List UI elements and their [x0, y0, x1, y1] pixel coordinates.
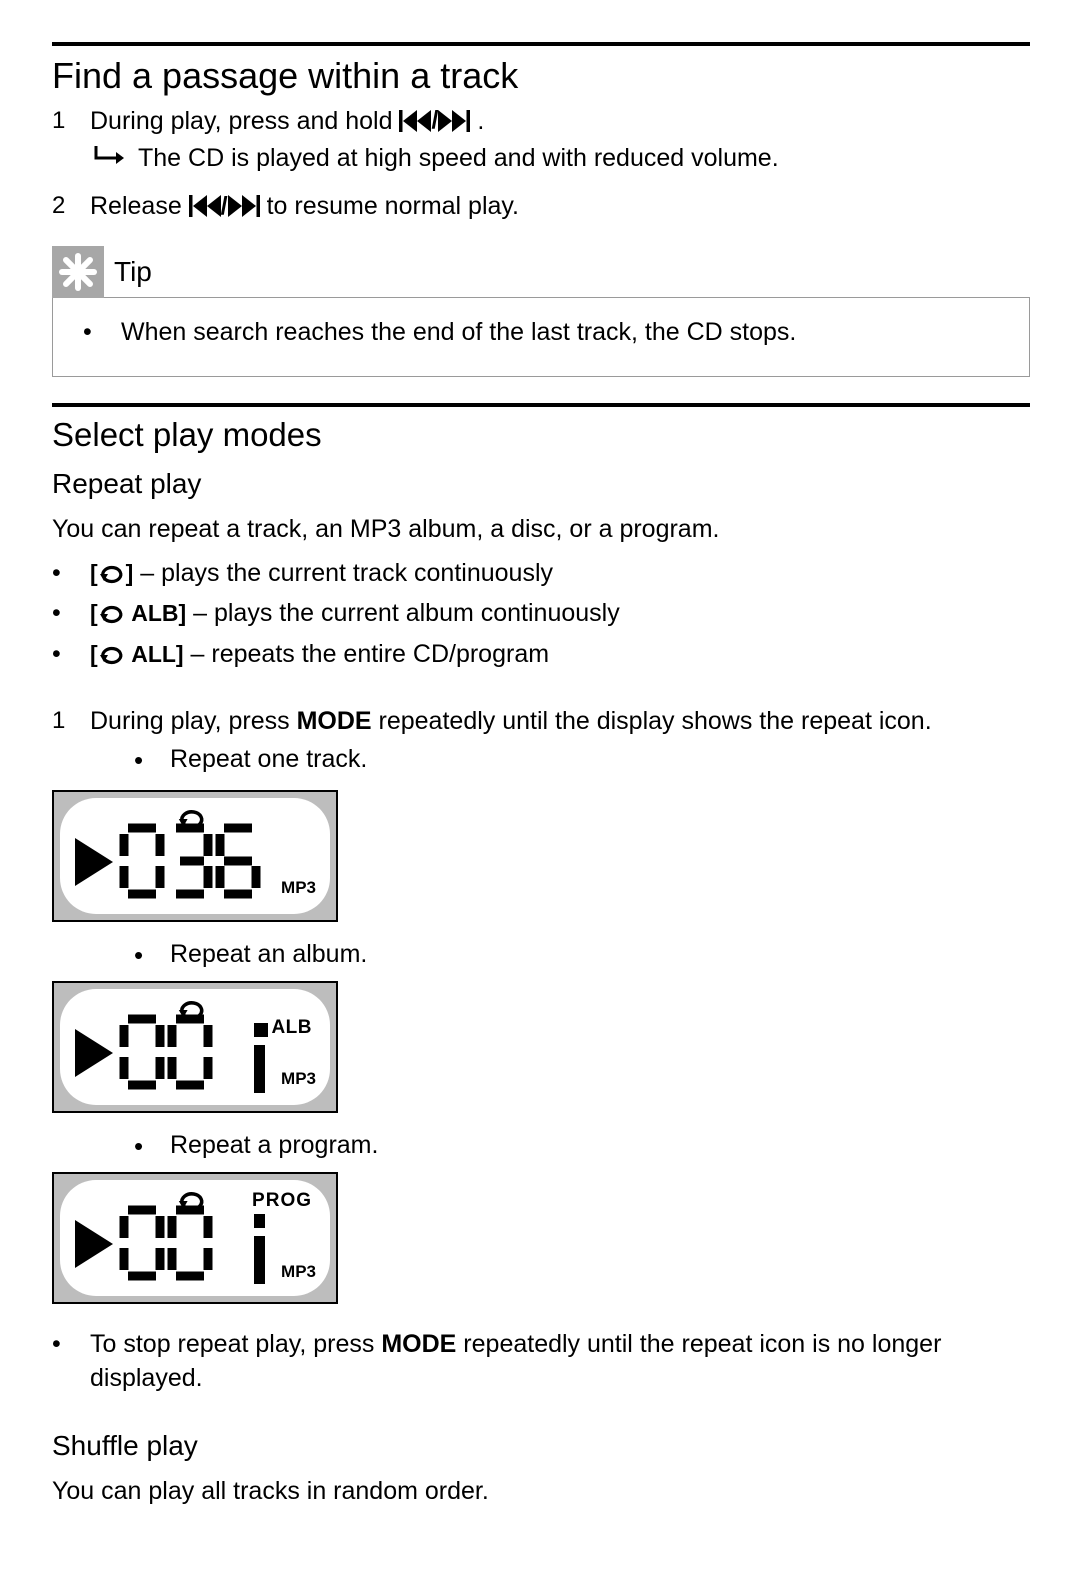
- repeat-icon: [98, 641, 126, 675]
- subsection-title-shuffle: Shuffle play: [52, 1427, 1030, 1465]
- step-number: 1: [52, 705, 90, 737]
- step-result: The CD is played at high speed and with …: [138, 142, 779, 176]
- repeat-intro: You can repeat a track, an MP3 album, a …: [52, 513, 1030, 547]
- lcd-digits: [118, 1013, 214, 1091]
- step-text-before: Release: [90, 192, 189, 220]
- lcd-alb-label: ALB: [271, 1015, 312, 1041]
- repeat-icon: [98, 560, 126, 594]
- play-icon: [74, 838, 114, 896]
- skip-backward-forward-icons: /: [399, 108, 470, 133]
- lcd-album-number: [250, 1214, 268, 1296]
- step-number: 1: [52, 105, 90, 137]
- step-number: 2: [52, 190, 90, 222]
- tip-label: Tip: [114, 253, 152, 291]
- stop-repeat-instruction: • To stop repeat play, press MODE repeat…: [52, 1328, 1030, 1396]
- section-title-play-modes: Select play modes: [52, 413, 1030, 458]
- play-icon: [74, 1029, 114, 1087]
- lcd-digits: [118, 1204, 214, 1282]
- sub-item-repeat-program: Repeat a program.: [170, 1129, 378, 1163]
- lcd-mp3-label: MP3: [281, 877, 316, 900]
- step-text-before: During play, press and hold: [90, 107, 399, 135]
- mode-repeat-one: • [] – plays the current track continuou…: [52, 557, 1030, 594]
- tip-box: Tip • When search reaches the end of the…: [52, 246, 1030, 377]
- step-2: 2 Release / to resume normal play.: [52, 190, 1030, 224]
- lcd-mp3-label: MP3: [281, 1261, 316, 1284]
- step-1: 1 During play, press and hold / . The CD…: [52, 105, 1030, 177]
- section-rule: [52, 403, 1030, 407]
- repeat-icon: [98, 600, 126, 634]
- lcd-album-number: [250, 1023, 268, 1105]
- section-title-find-passage: Find a passage within a track: [52, 52, 1030, 101]
- mode-button-label: MODE: [297, 707, 372, 735]
- lcd-display-repeat-track: MP3: [52, 790, 338, 922]
- tip-icon: [52, 246, 104, 298]
- lcd-mp3-label: MP3: [281, 1068, 316, 1091]
- step-text-after: to resume normal play.: [267, 192, 519, 220]
- sub-item-repeat-track: Repeat one track.: [170, 743, 367, 777]
- mode-repeat-album: • [ ALB] – plays the current album conti…: [52, 597, 1030, 634]
- mode-repeat-all: • [ ALL] – repeats the entire CD/program: [52, 638, 1030, 675]
- skip-backward-forward-icons: /: [189, 194, 260, 219]
- subsection-title-repeat: Repeat play: [52, 465, 1030, 503]
- mode-button-label: MODE: [381, 1330, 456, 1358]
- result-arrow-icon: [90, 142, 138, 176]
- step-text-after: .: [477, 107, 484, 135]
- lcd-prog-label: PROG: [252, 1188, 312, 1214]
- play-icon: [74, 1220, 114, 1278]
- section-rule: [52, 42, 1030, 46]
- sub-item-repeat-album: Repeat an album.: [170, 938, 367, 972]
- shuffle-intro: You can play all tracks in random order.: [52, 1475, 1030, 1509]
- lcd-display-repeat-program: PROG MP3: [52, 1172, 338, 1304]
- repeat-step-1: 1 During play, press MODE repeatedly unt…: [52, 705, 1030, 782]
- lcd-display-repeat-album: ALB MP3: [52, 981, 338, 1113]
- tip-text: When search reaches the end of the last …: [121, 316, 796, 350]
- lcd-digits: [118, 822, 262, 900]
- bullet-icon: •: [83, 316, 121, 350]
